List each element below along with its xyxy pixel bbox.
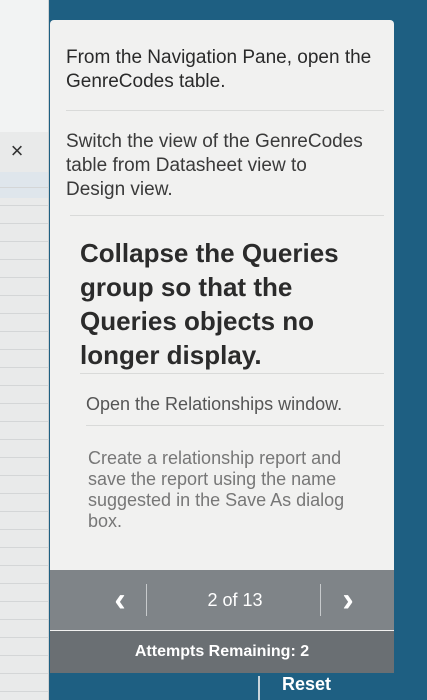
- background-app-sidebar: [0, 0, 49, 700]
- task-item-1[interactable]: From the Navigation Pane, open the Genre…: [66, 46, 376, 94]
- task-item-4: Open the Relationships window.: [86, 394, 343, 414]
- task-item-2[interactable]: Switch the view of the GenreCodes table …: [66, 130, 366, 202]
- bottom-toolbar: [50, 673, 394, 700]
- nav-separator: [320, 584, 321, 616]
- chevron-right-icon[interactable]: ›: [328, 580, 368, 620]
- attempts-remaining: Attempts Remaining: 2: [50, 631, 394, 673]
- reset-button[interactable]: Reset: [282, 672, 331, 696]
- step-counter: 2 of 13: [207, 590, 263, 610]
- task-item-5: Create a relationship report and save th…: [88, 448, 345, 531]
- background-app-rows: [0, 170, 48, 700]
- divider: [66, 110, 384, 111]
- chevron-left-icon[interactable]: ‹: [100, 580, 140, 620]
- divider: [70, 215, 384, 216]
- divider: [86, 425, 384, 426]
- task-panel: From the Navigation Pane, open the Genre…: [50, 20, 394, 700]
- task-item-current: Collapse the Queries group so that the Q…: [80, 238, 339, 370]
- close-icon[interactable]: ×: [4, 138, 30, 164]
- toolbar-separator: [258, 676, 260, 700]
- background-app-header: [0, 0, 48, 132]
- divider: [80, 373, 384, 374]
- nav-separator: [146, 584, 147, 616]
- task-navigation-bar: ‹ 2 of 13 ›: [50, 570, 394, 630]
